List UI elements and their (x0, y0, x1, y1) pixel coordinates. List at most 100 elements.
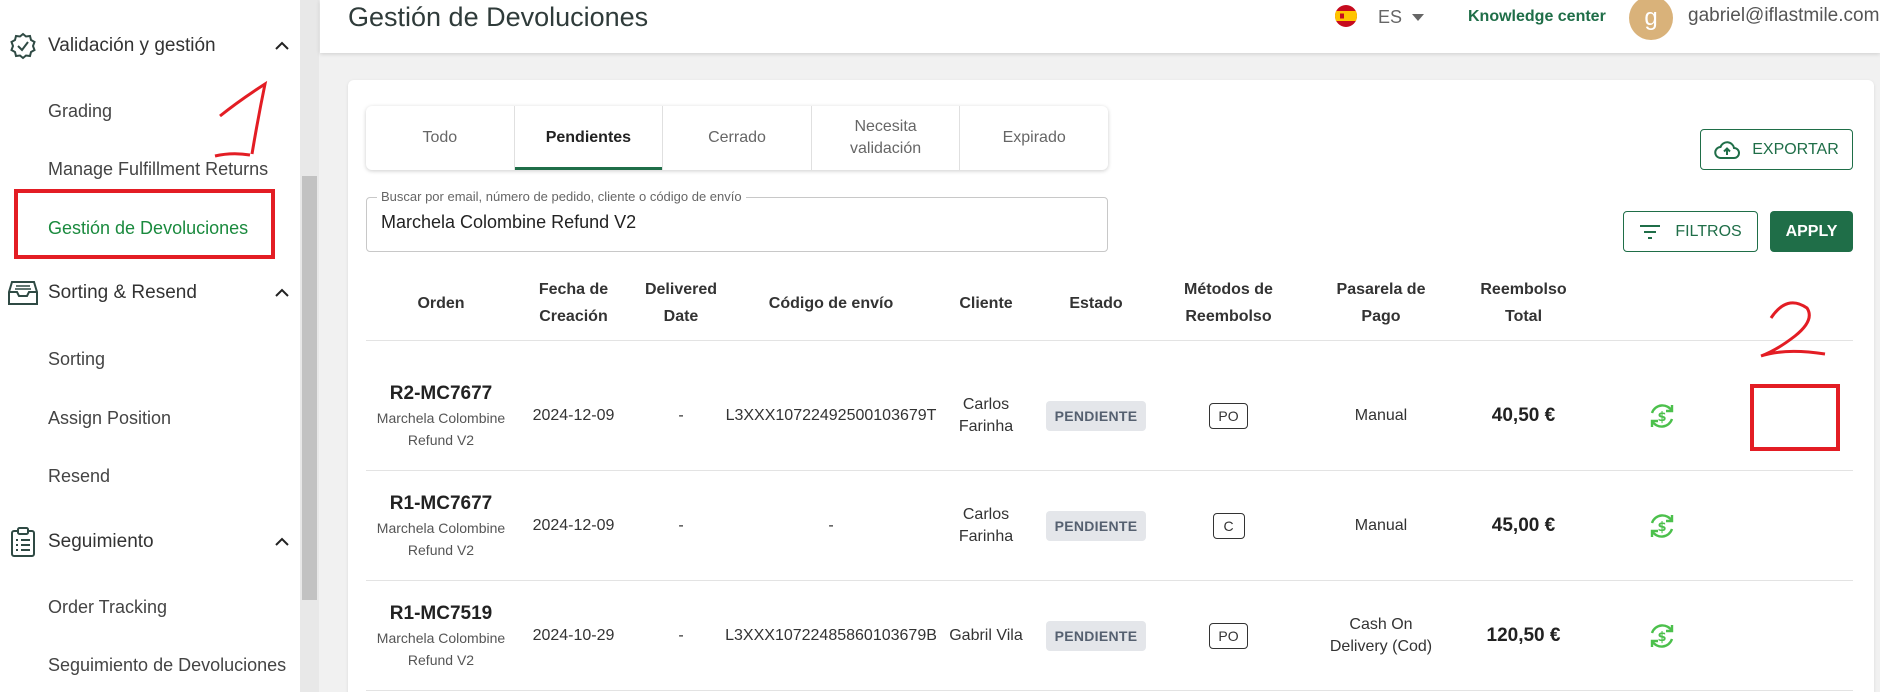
tab-label-line1: Necesita (854, 118, 917, 135)
cell-fecha-creacion: 2024-10-29 (532, 627, 615, 644)
header-line2: Reembolso (1185, 308, 1272, 325)
cloud-upload-icon (1714, 140, 1741, 159)
status-badge: PENDIENTE (1045, 621, 1147, 651)
user-email[interactable]: gabriel@iflastmile.com (1688, 5, 1879, 27)
tab-necesita-validacion[interactable]: Necesita validación (812, 106, 961, 170)
header-text: Cliente (959, 294, 1013, 312)
avatar[interactable]: g (1629, 0, 1673, 40)
clipboard-list-icon (8, 527, 38, 557)
svg-text:$: $ (1657, 520, 1666, 535)
column-header-metodos-reembolso[interactable]: Métodos de Reembolso (1151, 265, 1306, 341)
tab-cerrado[interactable]: Cerrado (663, 106, 812, 170)
refund-icon[interactable]: $ (1646, 400, 1678, 432)
sidebar-section-label: Validación y gestión (48, 35, 216, 56)
sidebar-section-validacion[interactable]: Validación y gestión (8, 26, 293, 66)
column-header-codigo-envio[interactable]: Código de envío (731, 265, 931, 341)
cell-reembolso-total: 120,50 € (1456, 581, 1591, 691)
chevron-up-icon[interactable] (271, 531, 293, 553)
header-line2: Creación (539, 308, 608, 325)
client-line2: Farinha (958, 528, 1014, 545)
client-line1: Gabril Vila (949, 627, 1023, 644)
header-text: Estado (1069, 294, 1123, 312)
header-line1: Pasarela de (1336, 281, 1426, 298)
spain-flag-icon[interactable] (1335, 5, 1357, 27)
refund-total: 45,00 € (1491, 515, 1556, 536)
column-header-pasarela-pago[interactable]: Pasarela de Pago (1306, 265, 1456, 341)
table-row[interactable]: R2-MC7677 Marchela Colombine Refund V2 2… (366, 361, 1853, 471)
header-line2: Pago (1361, 308, 1401, 325)
column-header-orden[interactable]: Orden (366, 265, 516, 341)
sidebar-item-grading[interactable]: Grading (48, 96, 112, 126)
header-line1: Métodos de (1184, 281, 1273, 298)
export-button[interactable]: EXPORTAR (1700, 129, 1853, 170)
sidebar-item-resend[interactable]: Resend (48, 461, 110, 491)
filter-icon (1640, 224, 1661, 239)
annotation-box-1 (14, 189, 275, 259)
column-header-fecha-creacion[interactable]: Fecha de Creación (516, 265, 631, 341)
header-line1: Reembolso (1480, 281, 1567, 298)
order-store: Marchela Colombine (376, 520, 506, 536)
main-card: Todo Pendientes Cerrado Necesita validaci… (348, 80, 1874, 692)
sidebar-item-sorting[interactable]: Sorting (48, 344, 105, 374)
refund-method-badge: C (1212, 513, 1245, 539)
tab-expirado[interactable]: Expirado (960, 106, 1108, 170)
order-id[interactable]: R1-MC7677 (390, 491, 492, 517)
sidebar-section-sorting[interactable]: Sorting & Resend (8, 273, 293, 313)
sidebar-section-seguimiento[interactable]: Seguimiento (8, 522, 293, 562)
cell-delivered-date: - (678, 517, 684, 534)
table-row[interactable]: R1-MC7677 Marchela Colombine Refund V2 2… (366, 471, 1853, 581)
sidebar-item-seguimiento-devoluciones[interactable]: Seguimiento de Devoluciones (48, 650, 286, 680)
cell-fecha-creacion: 2024-12-09 (532, 517, 615, 534)
search-input[interactable] (381, 212, 1081, 233)
chevron-up-icon[interactable] (271, 282, 293, 304)
cell-cliente: Carlos Farinha (931, 471, 1041, 581)
svg-text:$: $ (1657, 630, 1666, 645)
chevron-up-icon[interactable] (271, 35, 293, 57)
cell-orden: R1-MC7677 Marchela Colombine Refund V2 (366, 471, 516, 581)
order-id[interactable]: R1-MC7519 (390, 601, 492, 627)
sidebar-scrollbar-thumb[interactable] (302, 176, 317, 600)
cell-orden: R2-MC7677 Marchela Colombine Refund V2 (366, 361, 516, 471)
table-row[interactable]: R1-MC7519 Marchela Colombine Refund V2 2… (366, 581, 1853, 691)
gateway-line1: Manual (1354, 407, 1408, 424)
header-text: Orden (417, 294, 465, 312)
sidebar-item-assign-position[interactable]: Assign Position (48, 403, 171, 433)
order-id[interactable]: R2-MC7677 (390, 381, 492, 407)
cell-estado: PENDIENTE (1041, 581, 1151, 691)
client-line1: Carlos (962, 396, 1010, 413)
client-line2: Farinha (958, 418, 1014, 435)
sidebar-item-order-tracking[interactable]: Order Tracking (48, 592, 167, 622)
order-store-line2: Refund V2 (407, 652, 475, 668)
svg-text:$: $ (1657, 410, 1666, 425)
cell-fecha-creacion: 2024-12-09 (532, 407, 615, 424)
header-text: Pasarela de Pago (1337, 276, 1426, 330)
order-store-line2: Refund V2 (407, 542, 475, 558)
cell-metodo-reembolso: C (1151, 471, 1306, 581)
header-text: Reembolso Total (1480, 276, 1566, 330)
gateway-line1: Cash On (1349, 616, 1413, 633)
gateway-line1: Manual (1354, 517, 1408, 534)
cell-pasarela-pago: Manual (1306, 361, 1456, 471)
apply-button[interactable]: APPLY (1770, 211, 1853, 252)
column-header-estado[interactable]: Estado (1041, 265, 1151, 341)
column-header-cliente[interactable]: Cliente (931, 265, 1041, 341)
column-header-delivered-date[interactable]: Delivered Date (631, 265, 731, 341)
cell-estado: PENDIENTE (1041, 361, 1151, 471)
language-selector[interactable]: ES (1378, 7, 1402, 28)
header-text: Fecha de Creación (539, 276, 608, 330)
knowledge-center-link[interactable]: Knowledge center (1468, 8, 1606, 26)
cell-estado: PENDIENTE (1041, 471, 1151, 581)
export-label: EXPORTAR (1752, 140, 1839, 158)
status-badge: PENDIENTE (1045, 401, 1147, 431)
refund-icon[interactable]: $ (1646, 510, 1678, 542)
filters-button[interactable]: FILTROS (1623, 211, 1758, 252)
cell-actions: $ (1591, 361, 1733, 471)
caret-down-icon[interactable] (1412, 14, 1424, 21)
refund-icon[interactable]: $ (1646, 620, 1678, 652)
tab-pendientes[interactable]: Pendientes (514, 106, 664, 170)
search-field[interactable]: Buscar por email, número de pedido, clie… (366, 189, 1108, 252)
cell-pasarela-pago: Manual (1306, 471, 1456, 581)
column-header-reembolso-total[interactable]: Reembolso Total (1456, 265, 1591, 341)
cell-actions: $ (1591, 471, 1733, 581)
tab-todo[interactable]: Todo (366, 106, 515, 170)
